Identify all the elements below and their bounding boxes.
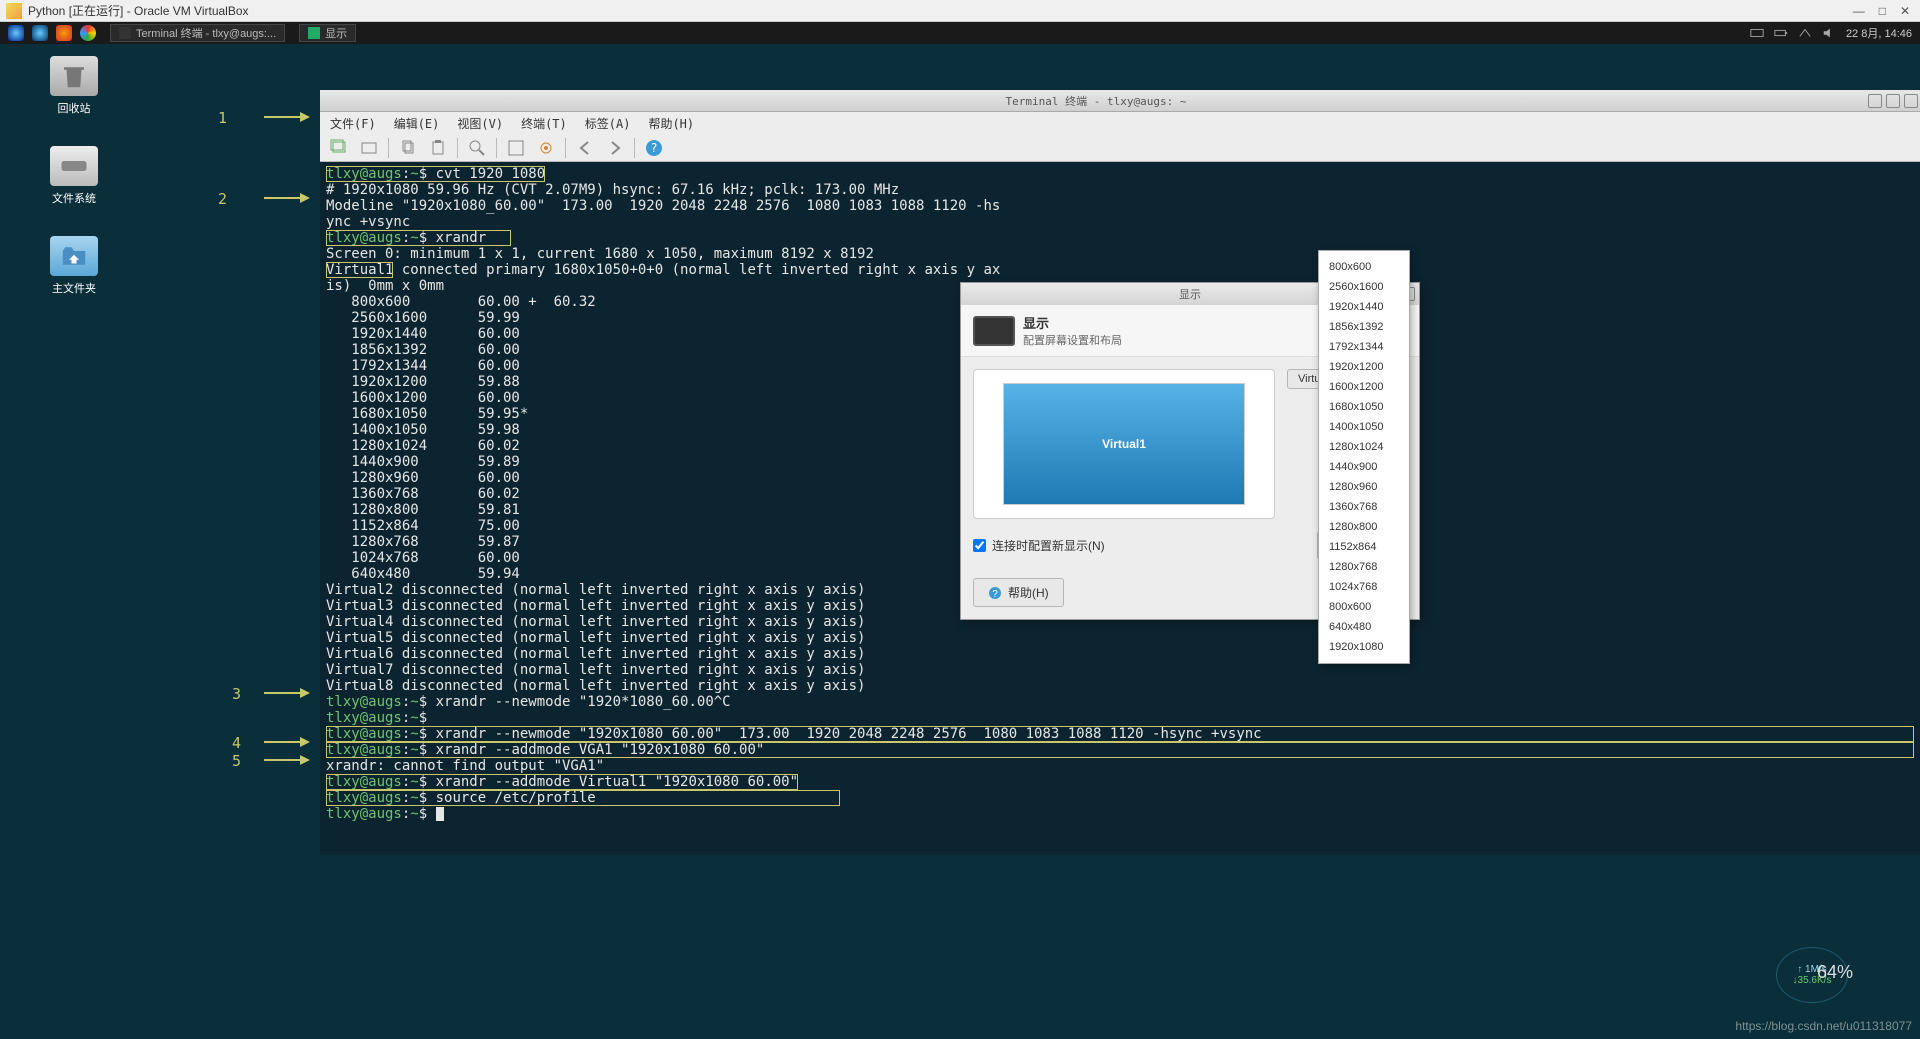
step-3-label: 3 (232, 685, 241, 703)
trash-icon (50, 56, 98, 96)
firefox-icon[interactable] (56, 25, 72, 41)
configure-on-connect-checkbox[interactable] (973, 539, 986, 552)
resolution-option[interactable]: 1280x1024 (1319, 437, 1409, 457)
resolution-option[interactable]: 2560x1600 (1319, 277, 1409, 297)
maximize-button[interactable]: □ (1879, 4, 1886, 18)
globe-icon[interactable] (32, 25, 48, 41)
resolution-option[interactable]: 1680x1050 (1319, 397, 1409, 417)
arrow-5 (264, 753, 310, 767)
desktop-icon-trash[interactable]: 回收站 (38, 56, 110, 116)
resolution-option[interactable]: 1280x768 (1319, 557, 1409, 577)
resolution-option[interactable]: 1792x1344 (1319, 337, 1409, 357)
menu-terminal[interactable]: 终端(T) (521, 115, 567, 132)
display-screen-thumb[interactable]: Virtual1 (1004, 384, 1244, 504)
desktop-icon-filesystem[interactable]: 文件系统 (38, 146, 110, 206)
taskbar-display[interactable]: 显示 (299, 24, 356, 42)
fullscreen-icon[interactable] (505, 137, 527, 159)
resolution-dropdown[interactable]: 800x6002560x16001920x14401856x13921792x1… (1318, 250, 1410, 664)
resolution-option[interactable]: 1400x1050 (1319, 417, 1409, 437)
resolution-option[interactable]: 1920x1200 (1319, 357, 1409, 377)
svg-text:?: ? (992, 589, 998, 600)
terminal-menubar: 文件(F) 编辑(E) 视图(V) 终端(T) 标签(A) 帮助(H) (320, 112, 1920, 134)
resolution-option[interactable]: 1440x900 (1319, 457, 1409, 477)
volume-icon[interactable] (1822, 26, 1836, 40)
menu-icon[interactable] (8, 25, 24, 41)
desktop: 回收站 文件系统 主文件夹 1 2 3 4 5 Terminal 终端 - tl… (0, 44, 1920, 1039)
arrow-1 (264, 110, 310, 124)
resolution-option[interactable]: 1280x960 (1319, 477, 1409, 497)
step-2-label: 2 (218, 190, 227, 208)
keyboard-icon[interactable] (1750, 26, 1764, 40)
step-1-label: 1 (218, 109, 227, 127)
resolution-option[interactable]: 1152x864 (1319, 537, 1409, 557)
arrow-2 (264, 191, 310, 205)
drive-icon (50, 146, 98, 186)
minimize-button[interactable]: — (1853, 4, 1865, 18)
resolution-option[interactable]: 1280x800 (1319, 517, 1409, 537)
host-window-controls: — □ ✕ (1853, 4, 1910, 18)
svg-text:?: ? (650, 141, 657, 155)
step-4-label: 4 (232, 734, 241, 752)
new-window-icon[interactable] (358, 137, 380, 159)
virtualbox-icon (6, 3, 22, 19)
resolution-option[interactable]: 640x480 (1319, 617, 1409, 637)
monitor-icon (973, 316, 1015, 346)
taskbar-terminal[interactable]: Terminal 终端 - tlxy@augs:... (110, 24, 285, 42)
menu-edit[interactable]: 编辑(E) (394, 115, 440, 132)
menu-tabs[interactable]: 标签(A) (585, 115, 631, 132)
help-button[interactable]: ?帮助(H) (973, 578, 1064, 607)
home-folder-icon (50, 236, 98, 276)
close-button[interactable]: ✕ (1900, 4, 1910, 18)
battery-icon[interactable] (1774, 26, 1788, 40)
resolution-option[interactable]: 1920x1440 (1319, 297, 1409, 317)
term-max-button[interactable] (1886, 94, 1900, 108)
resolution-option[interactable]: 1360x768 (1319, 497, 1409, 517)
paste-icon[interactable] (427, 137, 449, 159)
guest-taskbar: Terminal 终端 - tlxy@augs:... 显示 22 8月, 14… (0, 22, 1920, 44)
terminal-toolbar: ? (320, 134, 1920, 162)
resolution-option[interactable]: 800x600 (1319, 257, 1409, 277)
arrow-4 (264, 735, 310, 749)
menu-file[interactable]: 文件(F) (330, 115, 376, 132)
network-icon[interactable] (1798, 26, 1812, 40)
resolution-option[interactable]: 1856x1392 (1319, 317, 1409, 337)
host-titlebar: Python [正在运行] - Oracle VM VirtualBox — □… (0, 0, 1920, 22)
menu-view[interactable]: 视图(V) (457, 115, 503, 132)
settings-icon[interactable] (535, 137, 557, 159)
network-speed-widget[interactable]: ↑ 1M/s ↓35.6K/s 64% (1776, 947, 1848, 1003)
term-min-button[interactable] (1868, 94, 1882, 108)
search-icon[interactable] (466, 137, 488, 159)
chrome-icon[interactable] (80, 25, 96, 41)
term-close-button[interactable] (1904, 94, 1918, 108)
new-tab-icon[interactable] (328, 137, 350, 159)
resolution-option[interactable]: 1024x768 (1319, 577, 1409, 597)
resolution-option[interactable]: 1600x1200 (1319, 377, 1409, 397)
resolution-option[interactable]: 800x600 (1319, 597, 1409, 617)
watermark: https://blog.csdn.net/u011318077 (1735, 1019, 1912, 1033)
clock[interactable]: 22 8月, 14:46 (1846, 25, 1912, 41)
step-5-label: 5 (232, 752, 241, 770)
resolution-option[interactable]: 1920x1080 (1319, 637, 1409, 657)
display-preview[interactable]: Virtual1 (973, 369, 1275, 519)
help-icon[interactable]: ? (643, 137, 665, 159)
forward-icon[interactable] (604, 137, 626, 159)
terminal-titlebar[interactable]: Terminal 终端 - tlxy@augs: ~ (320, 90, 1920, 112)
menu-help[interactable]: 帮助(H) (648, 115, 694, 132)
host-title: Python [正在运行] - Oracle VM VirtualBox (28, 2, 1853, 19)
copy-icon[interactable] (397, 137, 419, 159)
arrow-3 (264, 686, 310, 700)
back-icon[interactable] (574, 137, 596, 159)
desktop-icon-home[interactable]: 主文件夹 (38, 236, 110, 296)
